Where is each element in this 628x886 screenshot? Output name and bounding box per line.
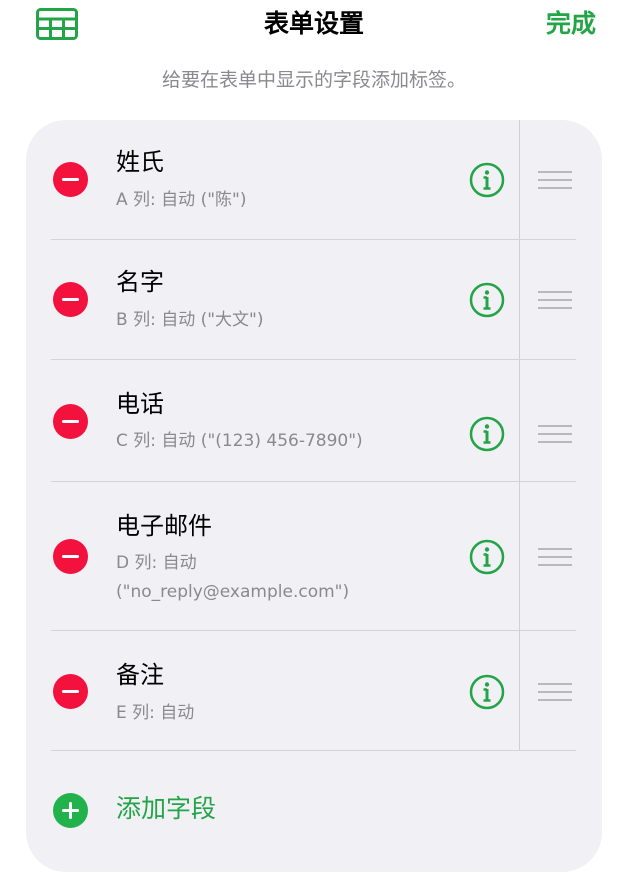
remove-field-button[interactable] — [53, 539, 88, 574]
add-field-label[interactable]: 添加字段 — [116, 792, 216, 826]
drag-handle-icon[interactable] — [538, 171, 572, 189]
instruction-text: 给要在表单中显示的字段添加标签。 — [161, 69, 466, 91]
field-label[interactable]: 电子邮件 — [116, 510, 212, 542]
done-button[interactable]: 完成 — [546, 8, 596, 40]
info-icon[interactable] — [469, 416, 505, 452]
field-detail: B 列: 自动 ("大文") — [116, 310, 264, 330]
field-detail: D 列: 自动 ("no_reply@example.com") — [116, 553, 350, 602]
field-label[interactable]: 电话 — [116, 388, 164, 420]
drag-handle-icon[interactable] — [538, 683, 572, 701]
page-title: 表单设置 — [263, 9, 364, 38]
field-label[interactable]: 备注 — [116, 659, 164, 691]
field-row-notes: 备注 E 列: 自动 — [26, 631, 602, 751]
info-icon[interactable] — [469, 282, 505, 318]
field-detail: C 列: 自动 ("(123) 456-7890") — [116, 431, 363, 451]
remove-field-button[interactable] — [53, 162, 88, 197]
row-separator — [51, 750, 576, 751]
field-label[interactable]: 姓氏 — [116, 146, 164, 178]
drag-handle-icon[interactable] — [538, 291, 572, 309]
field-detail: A 列: 自动 ("陈") — [116, 190, 247, 210]
field-detail: E 列: 自动 — [116, 703, 195, 723]
info-icon[interactable] — [469, 162, 505, 198]
field-row-email: 电子邮件 D 列: 自动 ("no_reply@example.com") — [26, 482, 602, 631]
remove-field-button[interactable] — [53, 282, 88, 317]
field-row-first-name: 名字 B 列: 自动 ("大文") — [26, 240, 602, 360]
drag-handle-icon[interactable] — [538, 425, 572, 443]
navigation-bar: 表单设置 完成 — [0, 0, 628, 56]
field-row-last-name: 姓氏 A 列: 自动 ("陈") — [26, 120, 602, 240]
info-icon[interactable] — [469, 674, 505, 710]
plus-circle-icon[interactable] — [53, 793, 88, 828]
info-icon[interactable] — [469, 539, 505, 575]
remove-field-button[interactable] — [53, 404, 88, 439]
field-label[interactable]: 名字 — [116, 266, 164, 298]
remove-field-button[interactable] — [53, 674, 88, 709]
drag-handle-icon[interactable] — [538, 548, 572, 566]
field-row-phone: 电话 C 列: 自动 ("(123) 456-7890") — [26, 360, 602, 482]
add-field-button[interactable]: 添加字段 — [26, 752, 602, 868]
